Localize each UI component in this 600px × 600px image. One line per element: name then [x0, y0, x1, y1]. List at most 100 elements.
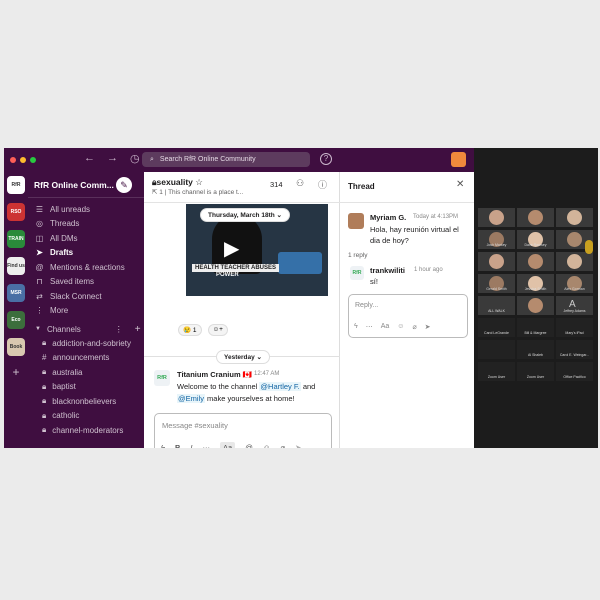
channels-section-header[interactable]: ▼ Channels ⋮ + — [28, 322, 144, 336]
video-tile[interactable] — [478, 252, 515, 271]
avatar[interactable] — [348, 213, 364, 229]
forward-arrow-icon[interactable]: → — [107, 152, 118, 165]
workspace-rso[interactable]: RSO — [7, 203, 25, 221]
channel-item[interactable]: 🔒︎ catholic — [28, 409, 144, 424]
star-icon[interactable]: ☆ — [195, 177, 203, 187]
channel-item[interactable]: 🔒︎ baptist — [28, 380, 144, 395]
formatting-toggle-icon[interactable]: Aa — [381, 323, 390, 331]
close-window-button[interactable] — [10, 157, 16, 163]
channel-title[interactable]: 🔒︎sexuality ☆ — [152, 177, 203, 188]
video-tile[interactable] — [478, 208, 515, 227]
video-tile[interactable]: Bill & Margree — [517, 318, 554, 337]
compose-icon[interactable]: ✎ — [116, 177, 132, 193]
video-tile[interactable]: Josh Markey — [478, 230, 515, 249]
add-channel-icon[interactable]: + — [135, 324, 141, 335]
add-people-icon[interactable]: ⚇ — [296, 178, 304, 189]
yesterday-pill[interactable]: Yesterday ⌄ — [216, 350, 270, 364]
thread-title: Thread — [348, 182, 375, 191]
message-author[interactable]: Titanium Cranium 🇨🇦 — [177, 370, 252, 379]
workspace-find-us[interactable]: Find us — [7, 257, 25, 275]
more-formatting-icon[interactable]: ⋯ — [203, 443, 211, 448]
channel-item[interactable]: 🔒︎ addiction-and-sobriety — [28, 336, 144, 351]
mention-link[interactable]: @Emily — [177, 393, 205, 403]
italic-icon[interactable]: I — [190, 443, 192, 448]
formatting-toggle-icon[interactable]: Aa — [220, 442, 236, 448]
reply-composer[interactable]: Reply... ϟ ⋯ Aa ☺ ⌀ ➤ — [348, 294, 468, 338]
add-reaction-icon[interactable]: ☺+ — [207, 324, 228, 336]
sidebar-item-threads[interactable]: ◎ Threads — [28, 217, 144, 232]
user-avatar[interactable] — [451, 152, 466, 167]
video-tile[interactable]: Zoom User — [478, 362, 515, 381]
shortcuts-icon[interactable]: ϟ — [161, 443, 165, 448]
date-divider-pill[interactable]: Thursday, March 18th ⌄ — [200, 208, 290, 222]
section-options-icon[interactable]: ⋮ — [115, 325, 123, 334]
video-tile[interactable] — [517, 208, 554, 227]
info-icon[interactable]: ⓘ — [318, 178, 327, 191]
play-icon[interactable]: ▶ — [224, 236, 239, 261]
workspace-eco[interactable]: Eco — [7, 311, 25, 329]
video-tile[interactable]: ALL WALK — [478, 296, 515, 315]
close-icon[interactable]: ✕ — [456, 179, 464, 190]
history-clock-icon[interactable]: ◷ — [130, 152, 140, 165]
help-icon[interactable]: ? — [320, 153, 332, 165]
sidebar-item-all-unreads[interactable]: ☰ All unreads — [28, 202, 144, 217]
video-tile[interactable] — [478, 340, 515, 359]
video-tile[interactable]: Dave Ramsey — [517, 230, 554, 249]
video-tile[interactable] — [556, 252, 593, 271]
attachment-icon[interactable]: ⌀ — [280, 443, 285, 448]
emoji-icon[interactable]: ☺ — [263, 443, 271, 448]
avatar[interactable]: RfR — [350, 266, 364, 280]
video-tile[interactable]: Al Shaleb — [517, 340, 554, 359]
thread-reply-timestamp[interactable]: 1 hour ago — [414, 267, 443, 273]
thread-reply-author[interactable]: trankwiliti — [370, 266, 405, 275]
shortcuts-icon[interactable]: ϟ — [354, 323, 358, 331]
channel-topic[interactable]: This channel is a place t... — [168, 189, 243, 196]
video-tile[interactable] — [517, 252, 554, 271]
avatar[interactable]: RfR — [154, 370, 170, 386]
more-formatting-icon[interactable]: ⋯ — [366, 323, 373, 331]
add-workspace-icon[interactable]: + — [4, 365, 28, 379]
member-count[interactable]: 314 — [270, 180, 283, 189]
video-tile[interactable]: Office Pacifico — [556, 362, 593, 381]
mention-link[interactable]: @Hartley F. — [259, 382, 301, 391]
mention-icon[interactable]: @ — [245, 443, 253, 448]
sidebar-item-drafts[interactable]: ➤ Drafts — [28, 246, 144, 261]
channel-item[interactable]: 🔒︎ channel-moderators — [28, 423, 144, 438]
sidebar-item-saved[interactable]: ⊓ Saved items — [28, 275, 144, 290]
thread-root-timestamp[interactable]: Today at 4:13PM — [413, 214, 458, 220]
workspace-rfr[interactable]: RfR — [7, 176, 25, 194]
sidebar-item-slack-connect[interactable]: ⇄ Slack Connect — [28, 289, 144, 304]
video-tile[interactable]: Gerald Smith — [478, 274, 515, 293]
channel-item[interactable]: 🔒︎ australia — [28, 365, 144, 380]
workspace-msr[interactable]: MSR — [7, 284, 25, 302]
send-icon[interactable]: ➤ — [295, 443, 301, 448]
video-tile[interactable] — [517, 296, 554, 315]
video-tile[interactable]: Carol LeGrande — [478, 318, 515, 337]
bold-icon[interactable]: B — [175, 443, 180, 448]
video-tile[interactable] — [556, 208, 593, 227]
back-arrow-icon[interactable]: ← — [84, 152, 95, 165]
video-tile[interactable]: Carol E. Weingar... — [556, 340, 593, 359]
emoji-reaction[interactable]: 😢 1 — [178, 324, 202, 336]
minimize-window-button[interactable] — [20, 157, 26, 163]
workspace-book[interactable]: Book — [7, 338, 25, 356]
maximize-window-button[interactable] — [30, 157, 36, 163]
attachment-icon[interactable]: ⌀ — [412, 323, 416, 331]
emoji-icon[interactable]: ☺ — [397, 323, 404, 331]
sidebar-item-mentions[interactable]: @ Mentions & reactions — [28, 260, 144, 275]
send-icon[interactable]: ➤ — [425, 323, 431, 331]
thread-root-author[interactable]: Myriam G. — [370, 213, 406, 222]
message-timestamp[interactable]: 12:47 AM — [254, 371, 279, 377]
message-composer[interactable]: Message #sexuality ϟ B I ⋯ Aa @ ☺ ⌀ ➤ — [154, 413, 332, 448]
video-tile[interactable]: Jessica Smith — [517, 274, 554, 293]
channel-item[interactable]: # announcements — [28, 351, 144, 366]
channel-item[interactable]: 🔒︎ blacknonbelievers — [28, 394, 144, 409]
workspace-train[interactable]: TRAIN — [7, 230, 25, 248]
video-tile[interactable]: Alex Gorman — [556, 274, 593, 293]
video-tile[interactable]: Mary's iPad — [556, 318, 593, 337]
sidebar-item-all-dms[interactable]: ◫ All DMs — [28, 231, 144, 246]
video-tile[interactable]: Zoom User — [517, 362, 554, 381]
sidebar-item-more[interactable]: ⋮ More — [28, 304, 144, 319]
video-tile[interactable]: A Jeffrey Adams — [556, 296, 593, 315]
search-input[interactable]: ⌕ Search RfR Online Community — [142, 152, 310, 167]
